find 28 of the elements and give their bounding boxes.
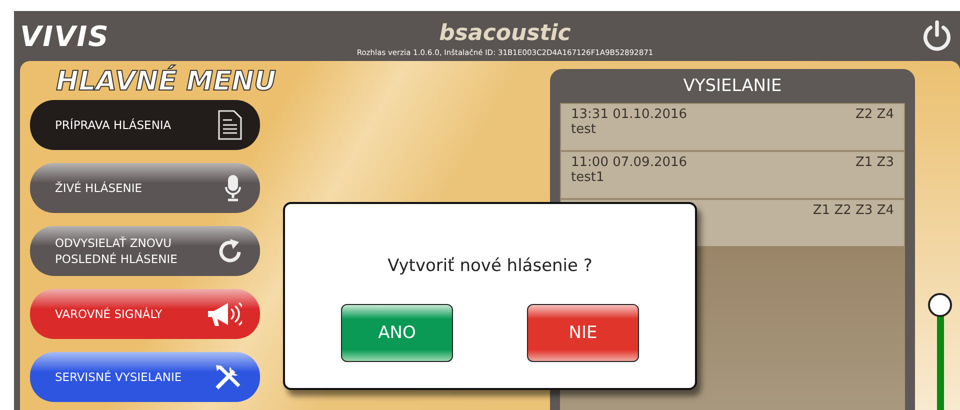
megaphone-icon <box>206 300 242 328</box>
volume-slider[interactable] <box>928 291 952 410</box>
microphone-icon <box>224 174 242 202</box>
volume-thumb[interactable] <box>928 293 952 318</box>
broadcast-time: 11:00 07.09.2016 <box>571 155 688 170</box>
broadcast-zones: Z1 Z3 <box>856 155 894 170</box>
menu-button[interactable]: PRÍPRAVA HLÁSENIA <box>30 100 260 150</box>
menu-button[interactable]: VAROVNÉ SIGNÁLY <box>30 289 260 339</box>
broadcast-name: test1 <box>571 170 606 185</box>
broadcast-time: 13:31 01.10.2016 <box>571 107 688 122</box>
menu-button[interactable]: SERVISNÉ VYSIELANIE <box>30 352 260 402</box>
broadcast-zones: Z2 Z4 <box>856 107 894 122</box>
menu-button[interactable]: ODVYSIELAŤ ZNOVU POSLEDNÉ HLÁSENIE <box>30 226 260 276</box>
tools-icon <box>214 363 242 391</box>
menu-button[interactable]: ŽIVÉ HLÁSENIE <box>30 163 260 213</box>
brand-logo: bsacoustic <box>439 21 571 47</box>
replay-icon <box>218 238 242 264</box>
document-icon <box>218 110 242 140</box>
broadcast-name: test <box>571 122 597 137</box>
no-button[interactable]: NIE <box>527 304 639 362</box>
menu-title: HLAVNÉ MENU <box>56 67 278 97</box>
broadcast-item[interactable]: 13:31 01.10.2016 Z2 Z4 test <box>560 103 905 151</box>
yes-button[interactable]: ANO <box>341 304 453 362</box>
dialog-message: Vytvoriť nové hlásenie ? <box>388 256 592 276</box>
broadcast-zones: Z1 Z2 Z3 Z4 <box>812 203 894 218</box>
panel-title: VYSIELANIE <box>682 75 783 98</box>
broadcast-item[interactable]: 11:00 07.09.2016 Z1 Z3 test1 <box>560 151 905 199</box>
logo: VIVIS <box>20 20 110 52</box>
